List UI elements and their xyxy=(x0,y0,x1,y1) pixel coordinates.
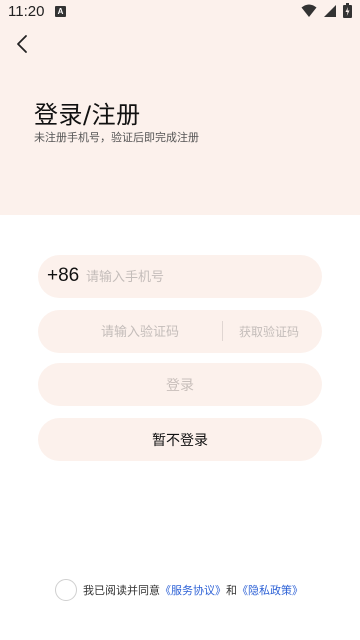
agreement-checkbox[interactable] xyxy=(55,579,77,601)
agreement-row: 我已阅读并同意 《服务协议》 和 《隐私政策》 xyxy=(55,578,303,602)
service-agreement-link[interactable]: 《服务协议》 xyxy=(160,582,226,598)
battery-icon xyxy=(343,2,352,22)
phone-field: +86 xyxy=(38,255,322,298)
get-code-button[interactable]: 获取验证码 xyxy=(224,323,314,340)
verification-code-field: 获取验证码 xyxy=(38,310,322,353)
status-bar: 11:20 A xyxy=(0,0,360,24)
agreement-conjunction: 和 xyxy=(226,584,237,597)
login-button[interactable]: 登录 xyxy=(38,363,322,406)
skip-login-button-label: 暂不登录 xyxy=(152,433,208,449)
country-code[interactable]: +86 xyxy=(47,265,79,287)
back-arrow-icon xyxy=(15,34,29,58)
wifi-icon xyxy=(301,3,317,22)
login-button-label: 登录 xyxy=(166,378,194,394)
status-icons xyxy=(301,2,352,22)
status-time: 11:20 xyxy=(8,3,45,20)
back-button[interactable] xyxy=(10,34,34,58)
agreement-prefix: 我已阅读并同意 xyxy=(83,584,160,597)
verification-code-input[interactable] xyxy=(58,321,222,343)
skip-login-button[interactable]: 暂不登录 xyxy=(38,418,322,461)
phone-input[interactable] xyxy=(84,266,308,288)
page-subtitle: 未注册手机号，验证后即完成注册 xyxy=(34,131,199,144)
notification-icon: A xyxy=(55,6,66,17)
signal-icon xyxy=(323,3,337,22)
page-title: 登录/注册 xyxy=(34,101,141,129)
privacy-policy-link[interactable]: 《隐私政策》 xyxy=(237,582,303,598)
code-divider xyxy=(222,321,223,341)
